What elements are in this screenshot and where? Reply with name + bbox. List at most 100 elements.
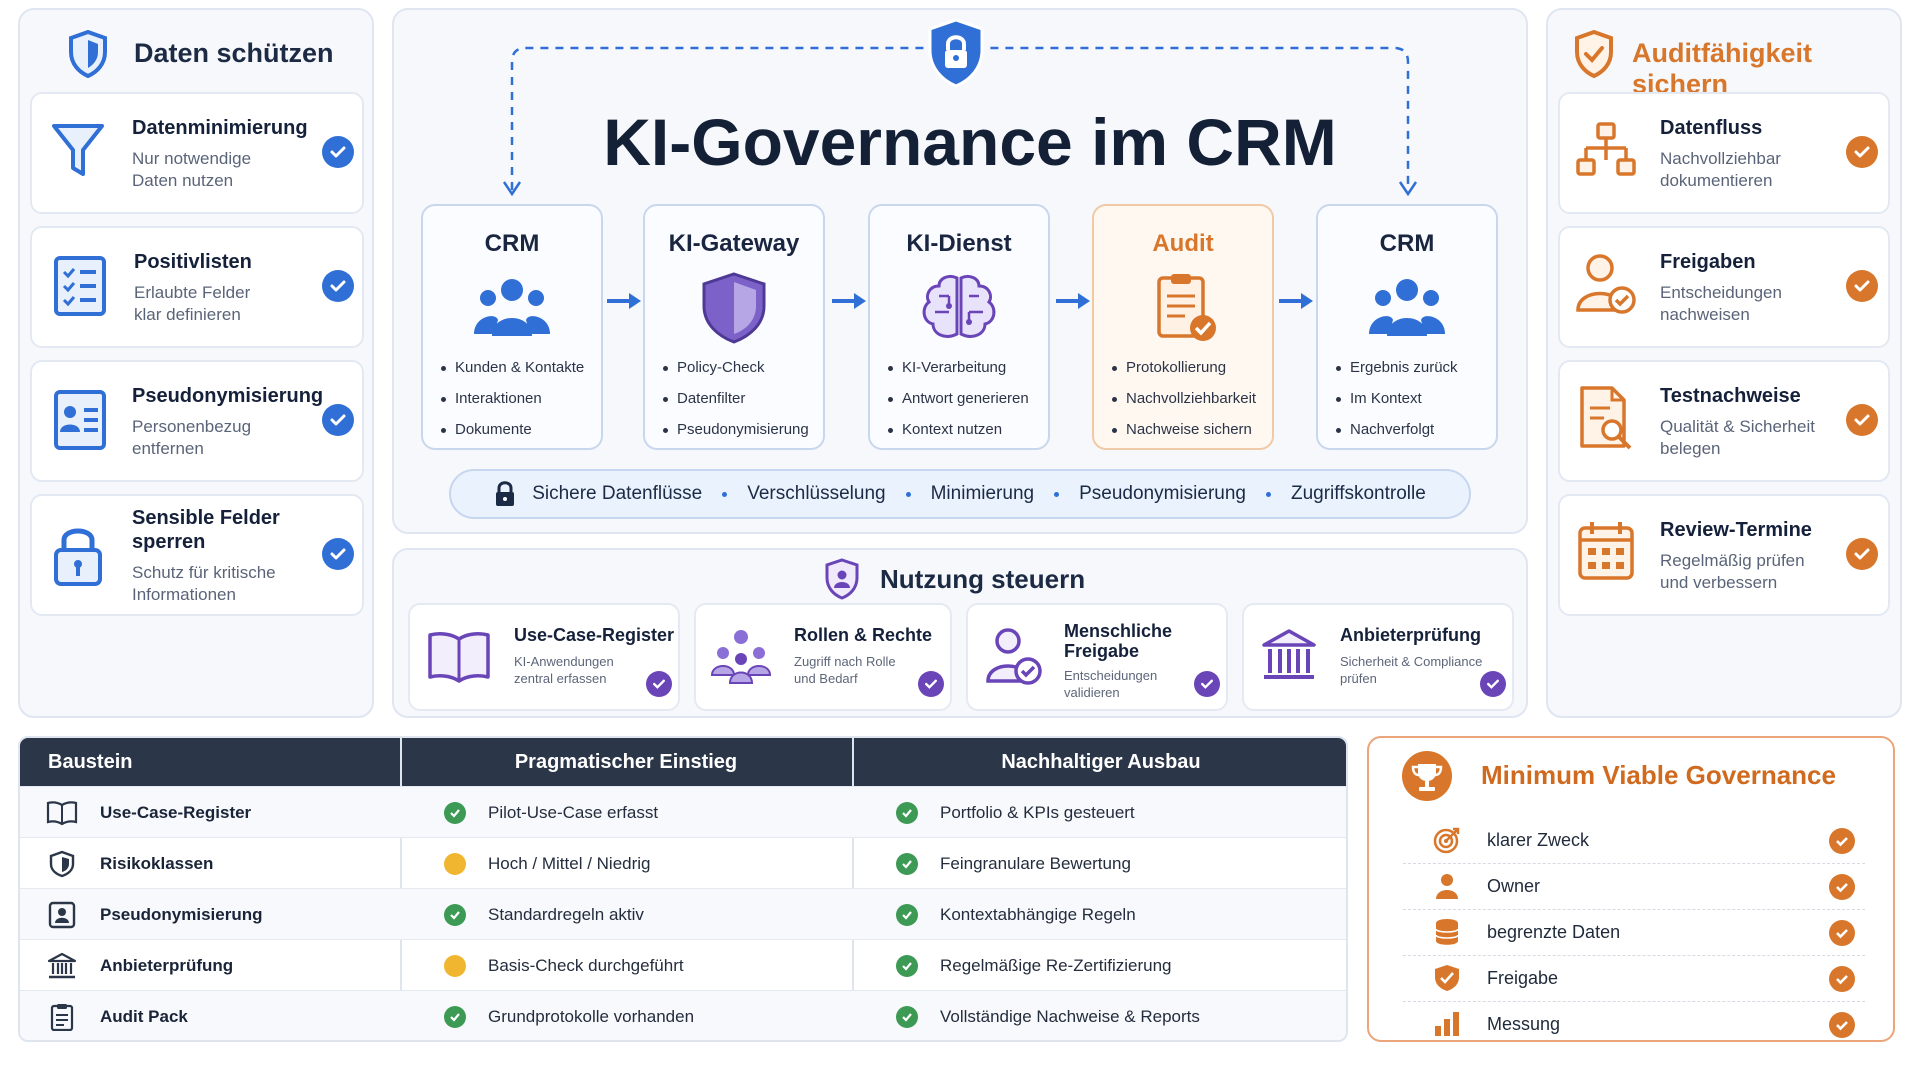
- card-positivlisten: Positivlisten Erlaubte Felder klar defin…: [30, 226, 364, 348]
- flow-bullets: Protokollierung Nachvollziehbarkeit Nach…: [1112, 352, 1256, 445]
- card-subtitle: Nachvollziehbar dokumentieren: [1660, 149, 1781, 190]
- flow-bullets: Kunden & Kontakte Interaktionen Dokument…: [441, 352, 584, 445]
- growth-value: Regelmäßige Re-Zertifizierung: [940, 955, 1172, 975]
- status-yellow-icon: [444, 954, 466, 977]
- flow-bullet: Antwort generieren: [888, 383, 1029, 414]
- card-subtitle: Qualität & Sicherheit belegen: [1660, 417, 1815, 458]
- separator-dot: [905, 491, 911, 497]
- flow-title: KI-Dienst: [906, 230, 1012, 257]
- bank-icon: [47, 952, 77, 978]
- database-icon: [1435, 919, 1459, 945]
- id-card-icon: [48, 901, 76, 928]
- card-datenfluss: Datenfluss Nachvollziehbar dokumentieren: [1558, 92, 1890, 214]
- shield-check-icon: [1435, 965, 1459, 991]
- check-icon: [1829, 1012, 1855, 1038]
- left-panel-title: Daten schützen: [134, 38, 334, 68]
- flow-bullet: Policy-Check: [663, 352, 809, 383]
- mvg-item: klarer Zweck: [1403, 818, 1865, 864]
- flow-box-crm-target: CRM Ergebnis zurück Im Kontext Nachverfo…: [1316, 204, 1498, 450]
- flow-bullets: Policy-Check Datenfilter Pseudonymisieru…: [663, 352, 809, 445]
- user-check-icon: [1576, 254, 1636, 314]
- column-header: Pragmatischer Einstieg: [400, 738, 852, 786]
- check-icon: [322, 270, 354, 302]
- card-title: Datenfluss: [1660, 117, 1763, 139]
- card-review-termine: Review-Termine Regelmäßig prüfen und ver…: [1558, 494, 1890, 616]
- team-icon: [710, 630, 772, 684]
- check-icon: [322, 136, 354, 168]
- row-name: Pseudonymisierung: [100, 904, 263, 924]
- card-subtitle: Nur notwendige Daten nutzen: [132, 149, 252, 190]
- status-yellow-icon: [444, 852, 466, 875]
- card-testnachweise: Testnachweise Qualität & Sicherheit bele…: [1558, 360, 1890, 482]
- row-name: Audit Pack: [100, 1006, 188, 1026]
- card-subtitle: Entscheidungen nachweisen: [1660, 283, 1782, 324]
- strip-item: Pseudonymisierung: [1079, 483, 1246, 504]
- flowchart-icon: [1576, 122, 1636, 176]
- check-icon: [1846, 270, 1878, 302]
- flow-box-ki-dienst: KI-Dienst KI-Verarbeitung Antwort generi…: [868, 204, 1050, 450]
- card-title: Review-Termine: [1660, 519, 1812, 541]
- flow-bullet: KI-Verarbeitung: [888, 352, 1029, 383]
- padlock-icon: [496, 481, 515, 506]
- card-menschliche-freigabe: Menschliche Freigabe Entscheidungen vali…: [966, 603, 1228, 711]
- flow-title: Audit: [1152, 230, 1214, 257]
- check-icon: [1846, 538, 1878, 570]
- id-card-icon: [54, 390, 106, 450]
- clipboard-check-icon: [1157, 274, 1216, 341]
- card-title: Sensible Felder sperren: [132, 507, 280, 553]
- person-icon: [1436, 874, 1458, 899]
- strip-item: Sichere Datenflüsse: [532, 483, 703, 504]
- arrow-right-icon: [607, 293, 641, 309]
- card-sensible-felder: Sensible Felder sperren Schutz für kriti…: [30, 494, 364, 616]
- brain-icon: [922, 274, 996, 338]
- check-icon: [1829, 874, 1855, 900]
- mvg-item: begrenzte Daten: [1403, 910, 1865, 956]
- strip-item: Verschlüsselung: [747, 483, 886, 504]
- flow-bullet: Kontext nutzen: [888, 414, 1029, 445]
- column-header: Baustein: [20, 738, 400, 786]
- shield-icon: [49, 850, 75, 877]
- start-value: Basis-Check durchgeführt: [488, 955, 684, 975]
- flow-bullet: Interaktionen: [441, 383, 584, 414]
- arrow-right-icon: [1056, 293, 1090, 309]
- status-green-icon: [896, 1005, 918, 1028]
- flow-bullet: Dokumente: [441, 414, 584, 445]
- governance-diagram: Daten schützen Datenminimierung Nur notw…: [0, 0, 1920, 1080]
- table-row: Pseudonymisierung Standardregeln aktiv K…: [20, 888, 1346, 939]
- card-rollen-rechte: Rollen & Rechte Zugriff nach Rolle und B…: [694, 603, 952, 711]
- separator-dot: [1265, 491, 1271, 497]
- arrow-right-icon: [832, 293, 866, 309]
- mvg-label: Freigabe: [1487, 968, 1559, 988]
- table-row: Anbieterprüfung Basis-Check durchgeführt…: [20, 939, 1346, 990]
- card-subtitle: Regelmäßig prüfen und verbessern: [1660, 551, 1805, 592]
- mvg-label: klarer Zweck: [1487, 830, 1590, 850]
- growth-value: Feingranulare Bewertung: [940, 853, 1131, 873]
- flow-box-audit: Audit Protokollierung Nachvollziehbarkei…: [1092, 204, 1274, 450]
- shield-check-icon: [1575, 30, 1613, 78]
- security-strip: Sichere Datenflüsse Verschlüsselung Mini…: [449, 469, 1471, 519]
- check-icon: [1846, 136, 1878, 168]
- bar-chart-icon: [1435, 1012, 1459, 1036]
- card-use-case-register: Use-Case-Register KI-Anwendungen zentral…: [408, 603, 680, 711]
- card-pseudonymisierung: Pseudonymisierung Personenbezug entferne…: [30, 360, 364, 482]
- check-icon: [1829, 920, 1855, 946]
- separator-dot: [1054, 491, 1060, 497]
- card-title: Menschliche Freigabe: [1064, 621, 1173, 661]
- status-green-icon: [444, 1005, 466, 1028]
- card-subtitle: KI-Anwendungen zentral erfassen: [514, 654, 614, 686]
- start-value: Standardregeln aktiv: [488, 904, 644, 924]
- card-title: Testnachweise: [1660, 385, 1801, 407]
- people-icon: [1369, 279, 1445, 336]
- card-title: Freigaben: [1660, 251, 1756, 273]
- start-value: Grundprotokolle vorhanden: [488, 1006, 695, 1026]
- check-icon: [918, 671, 944, 697]
- row-name: Use-Case-Register: [100, 802, 252, 822]
- check-icon: [1829, 966, 1855, 992]
- column-header: Nachhaltiger Ausbau: [852, 738, 1346, 786]
- strip-item: Zugriffskontrolle: [1290, 483, 1426, 504]
- mvg-item: Freigabe: [1403, 956, 1865, 1002]
- status-green-icon: [896, 954, 918, 977]
- flow-bullet: Datenfilter: [663, 383, 809, 414]
- flow-bullet: Ergebnis zurück: [1336, 352, 1458, 383]
- flow-box-crm-source: CRM Kunden & Kontakte Interaktionen Doku…: [421, 204, 603, 450]
